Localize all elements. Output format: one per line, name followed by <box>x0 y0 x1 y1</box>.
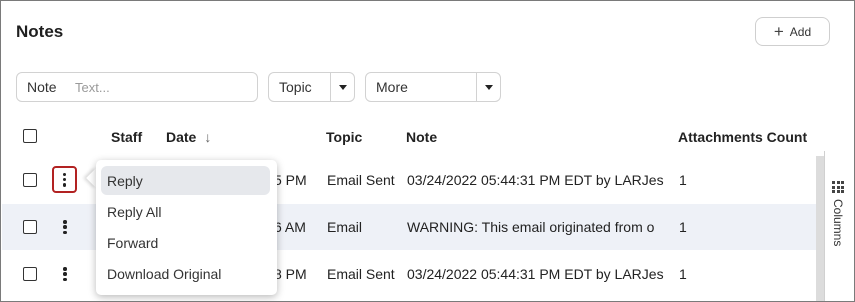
row-checkbox[interactable] <box>23 267 37 281</box>
row-checkbox[interactable] <box>23 173 37 187</box>
select-all-checkbox[interactable] <box>23 129 37 143</box>
column-header-note[interactable]: Note <box>406 129 437 145</box>
menu-item-reply[interactable]: Reply <box>101 166 270 195</box>
chevron-down-icon <box>484 84 493 90</box>
columns-label: Columns <box>831 199 845 247</box>
note-filter-label: Note <box>27 79 57 95</box>
more-vertical-icon[interactable] <box>60 265 70 283</box>
topic-filter[interactable]: Topic <box>268 72 355 102</box>
column-header-date[interactable]: Date ↓ <box>166 129 211 145</box>
column-header-topic[interactable]: Topic <box>326 129 362 145</box>
row-actions-button[interactable] <box>52 166 77 193</box>
column-header-staff[interactable]: Staff <box>111 129 142 145</box>
chevron-down-icon <box>338 84 347 90</box>
columns-panel-toggle[interactable]: Columns <box>824 151 851 301</box>
note-cell: 03/24/2022 05:44:31 PM EDT by LARJes <box>407 266 664 282</box>
more-dropdown-toggle[interactable] <box>476 73 500 101</box>
date-cell: 5 PM <box>274 172 307 188</box>
topic-cell: Email <box>327 219 363 235</box>
menu-item-download-original[interactable]: Download Original <box>101 259 270 288</box>
more-vertical-icon <box>60 171 70 189</box>
attachments-cell: 1 <box>679 219 687 235</box>
menu-item-forward[interactable]: Forward <box>101 228 270 257</box>
add-button[interactable]: + Add <box>755 17 830 46</box>
vertical-scrollbar[interactable] <box>816 156 824 301</box>
page-title: Notes <box>16 22 64 41</box>
topic-filter-label: Topic <box>279 79 312 95</box>
row-context-menu: Reply Reply All Forward Download Origina… <box>96 160 277 295</box>
date-cell: 6 AM <box>274 219 306 235</box>
note-filter[interactable]: Note Text... <box>16 72 258 102</box>
more-filter[interactable]: More <box>365 72 501 102</box>
topic-cell: Email Sent <box>327 172 395 188</box>
column-header-date-label: Date <box>166 129 197 145</box>
note-cell: 03/24/2022 05:44:31 PM EDT by LARJes <box>407 172 664 188</box>
menu-item-reply-all[interactable]: Reply All <box>101 197 270 226</box>
date-cell: 8 PM <box>274 266 307 282</box>
plus-icon: + <box>773 22 784 41</box>
attachments-cell: 1 <box>679 172 687 188</box>
more-vertical-icon[interactable] <box>60 218 70 236</box>
arrow-down-icon: ↓ <box>204 129 212 145</box>
note-cell: WARNING: This email originated from o <box>407 219 655 235</box>
topic-cell: Email Sent <box>327 266 395 282</box>
column-header-attachments[interactable]: Attachments Count <box>678 129 807 145</box>
note-filter-input[interactable]: Text... <box>69 80 110 95</box>
row-checkbox[interactable] <box>23 220 37 234</box>
grid-icon <box>832 181 844 193</box>
notes-panel: Notes + Add Note Text... Topic More Staf… <box>0 0 855 302</box>
attachments-cell: 1 <box>679 266 687 282</box>
add-button-label: Add <box>789 24 812 39</box>
topic-dropdown-toggle[interactable] <box>330 73 354 101</box>
more-filter-label: More <box>376 79 408 95</box>
